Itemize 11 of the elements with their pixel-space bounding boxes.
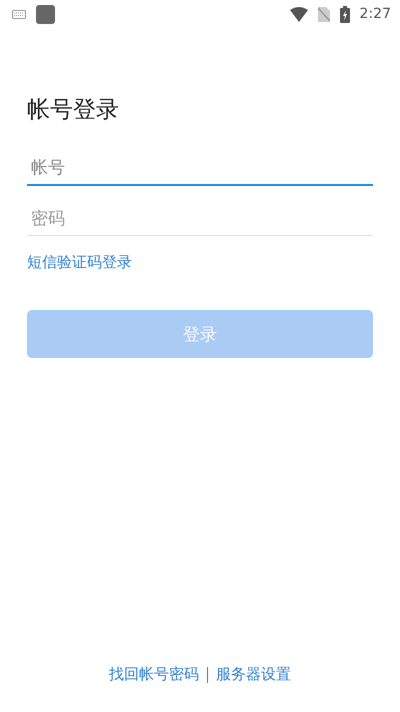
app-icon xyxy=(36,4,55,24)
recover-password-link[interactable]: 找回帐号密码 xyxy=(109,665,199,684)
battery-charging-icon xyxy=(340,6,350,22)
no-sim-icon xyxy=(318,6,330,22)
wifi-icon xyxy=(290,6,308,22)
sms-login-link[interactable]: 短信验证码登录 xyxy=(27,253,132,271)
keyboard-icon xyxy=(12,10,26,18)
input-field[interactable]: 帐号 xyxy=(27,152,373,186)
server-settings-link[interactable]: 服务器设置 xyxy=(216,665,291,684)
clock-time: 2:27 xyxy=(360,6,391,22)
page-title: 帐号登录 xyxy=(27,96,120,125)
